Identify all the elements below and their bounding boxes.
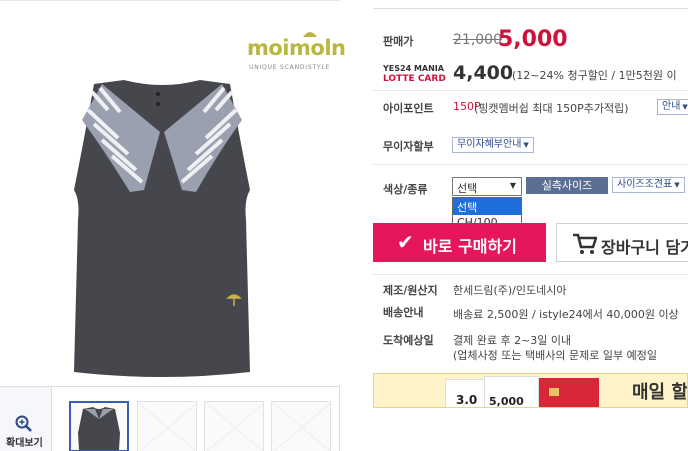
promo-card: 5,000 (484, 376, 539, 408)
original-price: 21,000 (453, 32, 502, 48)
arrival-label: 도착예상일 (383, 334, 434, 347)
empty-thumb-icon (205, 402, 263, 451)
option-item[interactable]: 선택 (453, 198, 521, 215)
ipoint-guide-button[interactable]: 안내 ▼ (657, 99, 688, 115)
shipping-value: 배송료 2,500원 / istyle24에서 40,000원 이상 (453, 308, 679, 321)
arrival-note: (업체사정 또는 택배사의 문제로 일부 예정일 (453, 349, 657, 362)
chevron-down-icon: ▼ (674, 181, 680, 189)
buy-now-button[interactable]: ✔ 바로 구매하기 (373, 223, 546, 262)
price-label: 판매가 (383, 35, 414, 48)
size-chart-label: 사이즈조견표 (617, 179, 673, 190)
option-select[interactable]: 선택 ▼ (452, 177, 522, 196)
divider (373, 8, 688, 9)
add-to-cart-label: 장바구니 담기 (601, 238, 688, 257)
zoom-label: 확대보기 (6, 438, 43, 449)
card-logo-bottom: LOTTE CARD (383, 74, 446, 84)
thumbnail-strip: 확대보기 (0, 386, 340, 451)
installment-guide-button[interactable]: 무이자혜부안내 ▼ (452, 137, 534, 153)
origin-value: 한세드림(주)/인도네시아 (453, 284, 567, 297)
chevron-down-icon: ▼ (682, 103, 688, 111)
divider (373, 164, 688, 165)
brand-logo-subtitle: UNIQUE SCANDISTYLE (249, 64, 331, 71)
ipoint-label: 아이포인트 (383, 102, 434, 115)
ipoint-guide-label: 안내 (662, 101, 681, 112)
promo-card-value: 5,000 (489, 395, 524, 408)
buy-now-label: 바로 구매하기 (423, 237, 517, 256)
installment-guide-label: 무이자혜부안내 (457, 139, 522, 150)
empty-thumb-icon (272, 402, 330, 451)
thumbnail-4[interactable] (271, 401, 331, 451)
chevron-down-icon: ▼ (523, 141, 529, 149)
origin-label: 제조/원산지 (383, 284, 438, 297)
divider (0, 0, 340, 1)
add-to-cart-button[interactable]: 장바구니 담기 (556, 223, 688, 262)
card-logo-top: YES24 MANIA (383, 64, 444, 73)
umbrella-icon (303, 32, 317, 37)
option-selected-value: 선택 (457, 182, 478, 195)
promo-banner-text: 매일 할 (632, 382, 688, 403)
thumbnail-image (78, 407, 120, 450)
size-measure-button[interactable]: 실측사이즈 (526, 177, 608, 194)
shipping-label: 배송안내 (383, 306, 424, 319)
credit-card-icon (539, 378, 599, 407)
ipoint-note: (핑캣멤버쉽 최대 150P추가적립) (474, 102, 629, 115)
promo-banner[interactable]: 3.0 5,000 매일 할 (373, 373, 688, 408)
size-chart-button[interactable]: 사이즈조견표 ▼ (612, 177, 685, 193)
check-icon: ✔ (397, 230, 414, 254)
zoom-icon (15, 415, 32, 432)
product-image[interactable] (64, 80, 260, 380)
yes24-lotte-card-logo: YES24 MANIA LOTTE CARD (383, 64, 446, 84)
cart-icon (573, 233, 597, 254)
zoom-button[interactable]: 확대보기 (0, 387, 52, 451)
divider (373, 274, 688, 275)
promo-card-value: 3.0 (456, 393, 478, 407)
arrival-value: 결제 완료 후 2~3일 이내 (453, 334, 572, 347)
sale-price: 5,000 (498, 27, 568, 52)
brand-logo-text: moimoln (247, 36, 346, 60)
installment-label: 무이자할부 (383, 140, 434, 153)
thumbnail-2[interactable] (137, 401, 197, 451)
card-chip (549, 388, 559, 396)
divider (373, 90, 688, 91)
thumbnail-3[interactable] (204, 401, 264, 451)
chevron-down-icon: ▼ (509, 181, 516, 190)
option-label: 색상/종류 (383, 183, 428, 196)
brand-logo: moimoln UNIQUE SCANDISTYLE (247, 32, 346, 71)
empty-thumb-icon (138, 402, 196, 451)
card-price: 4,400 (453, 62, 514, 84)
card-discount-note: (12~24% 청구할인 / 1만5천원 이 (512, 69, 677, 82)
thumbnail-1[interactable] (69, 401, 129, 451)
